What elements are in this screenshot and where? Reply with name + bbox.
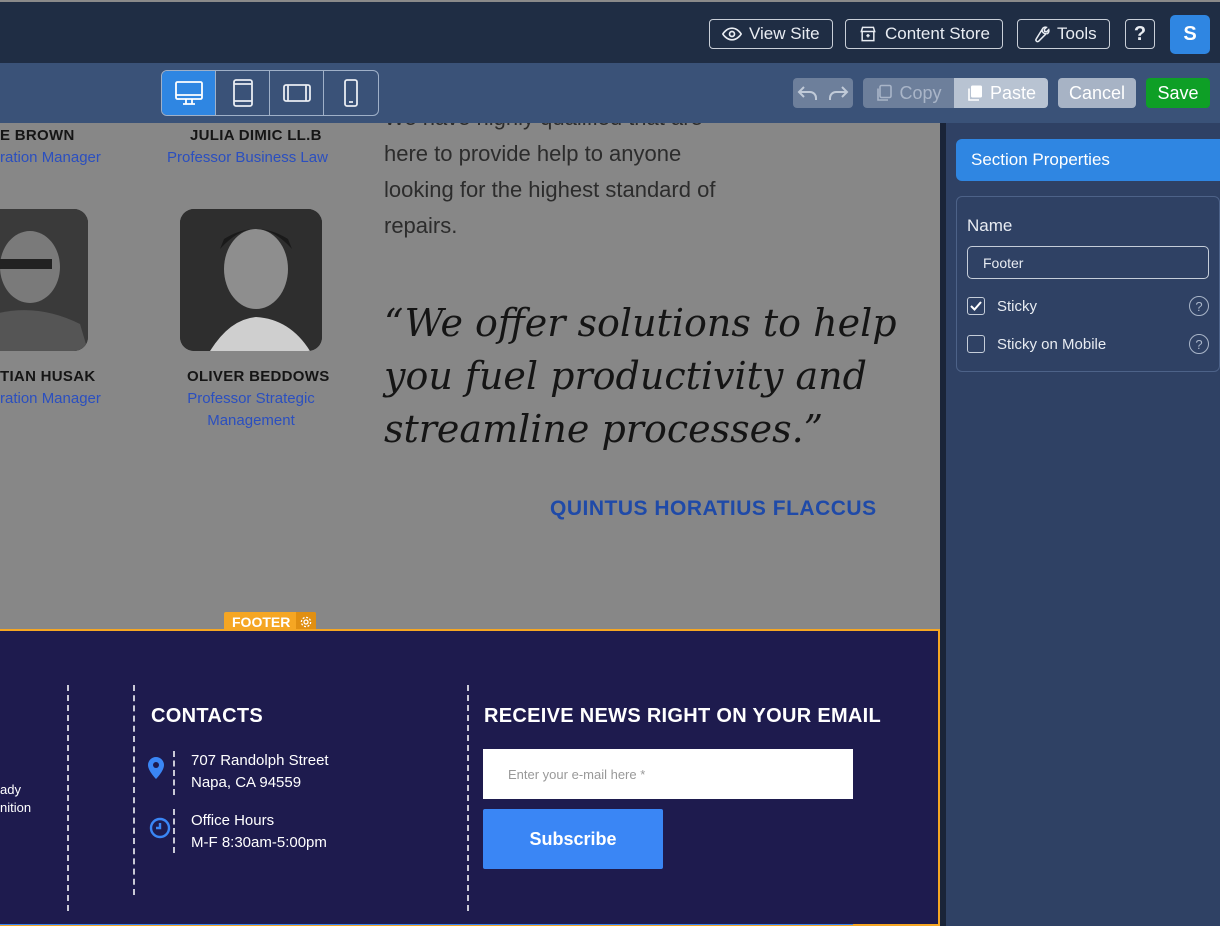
cancel-button[interactable]: Cancel: [1058, 78, 1136, 108]
mobile-icon: [344, 79, 358, 107]
wrench-icon: [1035, 26, 1050, 43]
tablet-landscape-icon: [282, 84, 311, 102]
tablet-landscape-view-button[interactable]: [270, 71, 324, 115]
view-site-button[interactable]: View Site: [709, 19, 833, 49]
sticky-label: Sticky: [997, 297, 1038, 315]
redo-button[interactable]: [823, 78, 853, 108]
section-properties-title: Section Properties: [971, 150, 1110, 169]
help-icon[interactable]: ?: [1189, 296, 1209, 316]
body-text-line: We have highly qualified that are: [384, 123, 703, 136]
cancel-label: Cancel: [1068, 82, 1126, 103]
sticky-mobile-checkbox[interactable]: [967, 335, 985, 353]
role-line: Management: [207, 412, 295, 429]
properties-panel: Section Properties Name Footer Sticky ? …: [946, 123, 1220, 926]
body-text-line: here to provide help to anyone: [384, 141, 682, 166]
section-properties-header[interactable]: Section Properties: [956, 139, 1220, 181]
portrait-photo: [180, 209, 322, 351]
paste-icon: [968, 85, 982, 101]
tablet-view-button[interactable]: [216, 71, 270, 115]
undo-icon: [797, 86, 817, 100]
save-label: Save: [1157, 82, 1199, 103]
help-icon: ?: [1133, 22, 1147, 45]
subscribe-button[interactable]: Subscribe: [483, 809, 663, 869]
mobile-view-button[interactable]: [324, 71, 378, 115]
email-input[interactable]: Enter your e-mail here *: [483, 749, 853, 799]
checkmark-icon: [970, 301, 982, 311]
newsletter-heading: RECEIVE NEWS RIGHT ON YOUR EMAIL: [484, 705, 882, 727]
save-button[interactable]: Save: [1146, 78, 1210, 108]
team-member-photo: [180, 209, 322, 351]
desktop-view-button[interactable]: [162, 71, 216, 115]
body-text-line: repairs.: [384, 213, 458, 238]
copy-icon: [877, 84, 893, 101]
clock-icon: [149, 817, 171, 839]
editor-toolbar: Copy Paste Cancel Save: [0, 63, 1220, 123]
body-text-line: looking for the highest standard of: [384, 177, 716, 202]
quote-line: you fuel productivity and: [384, 354, 867, 398]
sticky-option: Sticky ?: [967, 296, 1209, 316]
footer-bottom-rule: [0, 924, 853, 925]
footer-tag-label: FOOTER: [232, 614, 291, 630]
quote-line: “We offer solutions to help: [384, 301, 897, 345]
column-divider: [67, 685, 69, 911]
address-line: Napa, CA 94559: [191, 774, 302, 791]
role-line: Professor Strategic: [187, 390, 315, 407]
team-member-photo: [0, 209, 88, 351]
hours-line: Office Hours: [191, 812, 275, 829]
user-avatar[interactable]: S: [1170, 15, 1210, 54]
redo-icon: [829, 86, 849, 100]
section-name-input[interactable]: Footer: [967, 246, 1209, 279]
eye-icon: [722, 27, 742, 41]
team-member-role[interactable]: ration Manager: [0, 147, 101, 169]
page-canvas[interactable]: E BROWN ration Manager JULIA DIMIC LL.B …: [0, 123, 940, 926]
tablet-icon: [232, 79, 253, 107]
device-switcher: [161, 70, 379, 116]
help-button[interactable]: ?: [1125, 19, 1155, 49]
contact-divider: [173, 751, 175, 795]
copy-button[interactable]: Copy: [863, 78, 954, 108]
tools-button[interactable]: Tools: [1017, 19, 1110, 49]
column-divider: [467, 685, 469, 911]
sticky-mobile-label: Sticky on Mobile: [997, 335, 1107, 353]
portrait-photo: [0, 209, 88, 351]
team-member-name: E BROWN: [0, 127, 75, 144]
quote-line: streamline processes.”: [384, 407, 824, 451]
column-divider: [133, 685, 135, 895]
team-member-role[interactable]: Professor Business Law: [167, 147, 328, 169]
top-bar: View Site Content Store Tools ? S: [0, 0, 1220, 63]
hours-line: M-F 8:30am-5:00pm: [191, 834, 327, 851]
quote-author: QUINTUS HORATIUS FLACCUS: [550, 497, 877, 520]
team-member-name: TIAN HUSAK: [0, 368, 96, 385]
contacts-heading: CONTACTS: [151, 705, 264, 727]
paste-label: Paste: [989, 82, 1037, 103]
content-store-label: Content Store: [885, 24, 990, 43]
tools-label: Tools: [1057, 24, 1097, 43]
paste-button[interactable]: Paste: [954, 78, 1048, 108]
history-controls: [793, 78, 853, 108]
copy-label: Copy: [899, 82, 942, 103]
contact-divider: [173, 809, 175, 853]
team-member-role[interactable]: Professor Strategic Management: [172, 388, 330, 432]
subscribe-label: Subscribe: [529, 828, 617, 849]
footer-text: nition: [0, 800, 32, 815]
location-pin-icon: [148, 757, 164, 779]
footer-text: ady: [0, 782, 21, 797]
team-member-name: JULIA DIMIC LL.B: [190, 127, 322, 144]
team-member-name: OLIVER BEDDOWS: [187, 368, 330, 385]
sticky-mobile-option: Sticky on Mobile ?: [967, 334, 1209, 354]
store-icon: [860, 26, 876, 42]
content-store-button[interactable]: Content Store: [845, 19, 1003, 49]
properties-group: Name Footer Sticky ? Sticky on Mobile ?: [956, 196, 1220, 372]
testimonial-quote: “We offer solutions to help you fuel pro…: [384, 297, 904, 456]
sticky-checkbox[interactable]: [967, 297, 985, 315]
footer-section[interactable]: ady nition CONTACTS 707 Randolph Street …: [0, 629, 940, 926]
undo-button[interactable]: [793, 78, 823, 108]
team-member-role[interactable]: ration Manager: [0, 388, 101, 410]
view-site-label: View Site: [749, 24, 820, 43]
name-label: Name: [967, 216, 1013, 235]
help-icon[interactable]: ?: [1189, 334, 1209, 354]
avatar-initial: S: [1183, 23, 1197, 45]
address-line: 707 Randolph Street: [191, 752, 329, 769]
desktop-icon: [174, 81, 203, 105]
